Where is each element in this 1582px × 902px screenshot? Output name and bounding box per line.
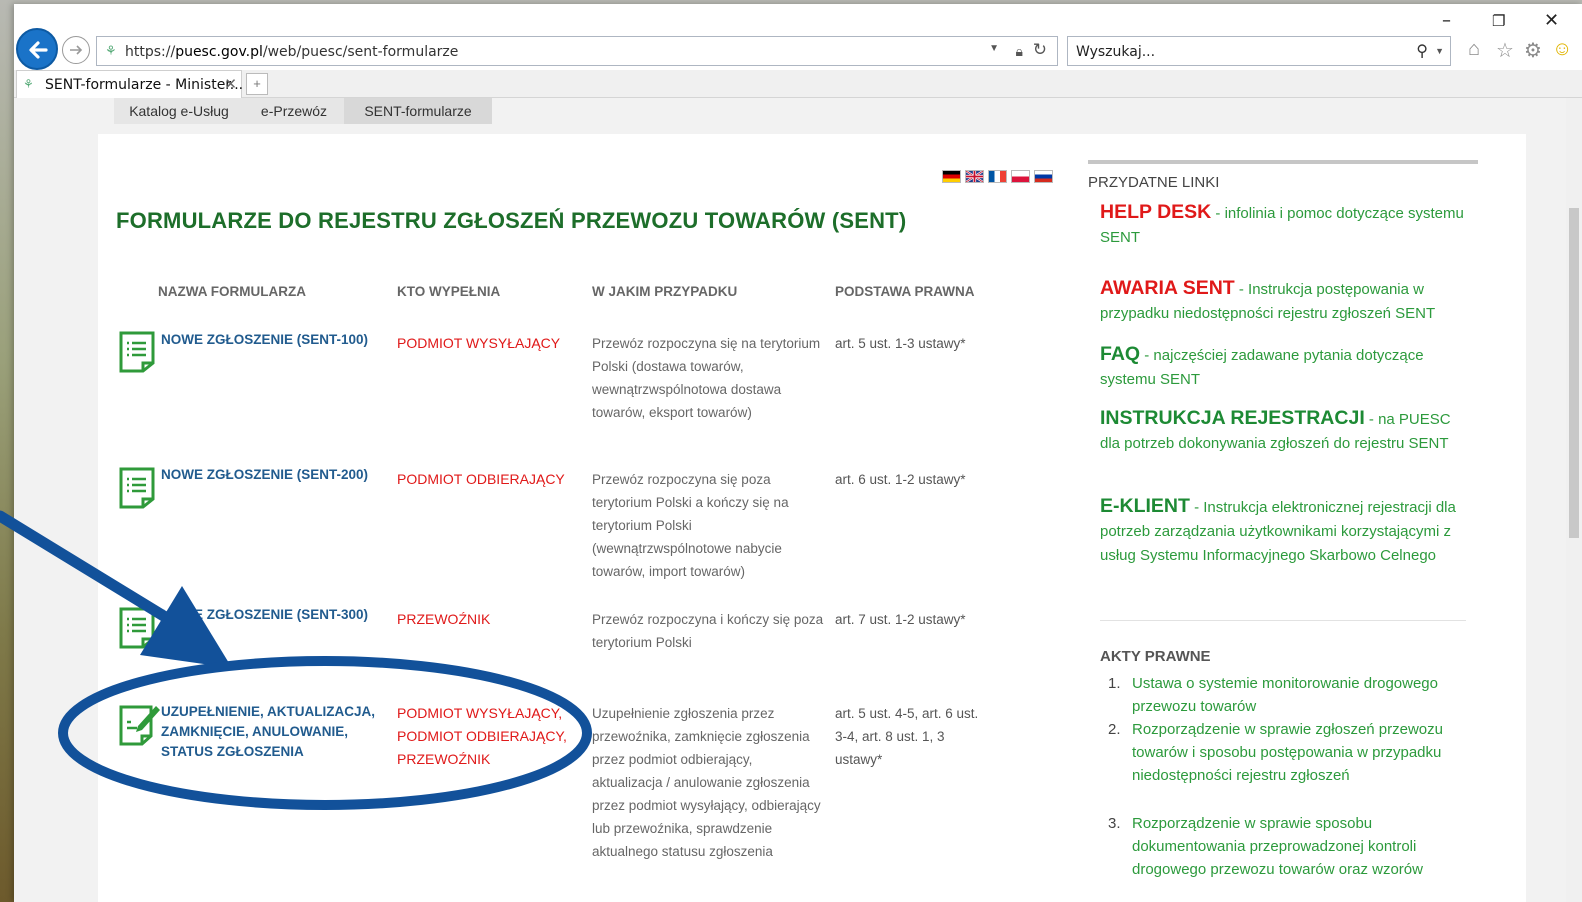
row-when: Przewóz rozpoczyna i kończy się poza ter… [592, 612, 824, 650]
form-document-icon[interactable] [118, 330, 156, 374]
url-host: puesc.gov.pl [175, 44, 263, 60]
row-who: PODMIOT ODBIERAJĄCY [397, 471, 565, 487]
row-who: PODMIOT WYSYŁAJĄCY [397, 335, 561, 351]
search-icon[interactable]: ⚲ [1416, 41, 1428, 61]
close-icon[interactable]: ✕ [224, 75, 237, 93]
legal-act-item: 1. Ustawa o systemie monitorowanie drogo… [1100, 672, 1468, 720]
form-document-icon[interactable] [118, 466, 156, 510]
form-link-update-status[interactable]: UZUPEŁNIENIE, AKTUALIZACJA, ZAMKNIĘCIE, … [161, 702, 389, 762]
row-when: Przewóz rozpoczyna się na terytorium Pol… [592, 336, 821, 420]
tab-strip: ⚘ SENT-formularze - Minister... ✕ + [14, 70, 1582, 98]
row-law: art. 6 ust. 1-2 ustawy* [835, 472, 966, 487]
german-flag-icon[interactable] [942, 170, 961, 183]
form-link-sent-200[interactable]: NOWE ZGŁOSZENIE (SENT-200) [161, 465, 391, 485]
breadcrumb-item-current: SENT-formularze [344, 98, 492, 124]
url-text[interactable]: https://puesc.gov.pl/web/puesc/sent-form… [125, 44, 458, 60]
uk-flag-cross-icon [966, 171, 983, 182]
column-header-name: NAZWA FORMULARZA [158, 284, 306, 299]
back-button[interactable] [16, 28, 58, 70]
legal-act-item: 3. Rozporządzenie w sprawie sposobu doku… [1100, 812, 1468, 884]
tab-favicon-icon: ⚘ [23, 77, 34, 91]
search-box[interactable]: Wyszukaj... ⚲ ▼ [1067, 36, 1451, 66]
link-instrukcja-rejestracji[interactable]: INSTRUKCJA REJESTRACJI - na PUESC dla po… [1100, 406, 1468, 456]
legal-acts-heading: AKTY PRAWNE [1100, 648, 1211, 665]
row-when: Przewóz rozpoczyna się poza terytorium P… [592, 472, 789, 579]
legal-act-number: 1. [1108, 675, 1121, 692]
url-protocol: https:// [125, 44, 176, 60]
french-flag-icon[interactable] [988, 170, 1007, 183]
gear-icon[interactable]: ⚙ [1524, 38, 1542, 63]
column-header-who: KTO WYPEŁNIA [397, 284, 501, 299]
search-input[interactable]: Wyszukaj... [1076, 44, 1155, 60]
legal-act-link[interactable]: Ustawa o systemie monitorowanie drogoweg… [1132, 672, 1462, 718]
close-window-button[interactable]: ✕ [1544, 10, 1559, 31]
home-icon[interactable]: ⌂ [1468, 38, 1480, 61]
forward-button[interactable] [62, 36, 90, 64]
back-arrow-icon [29, 41, 48, 59]
link-faq-title: FAQ [1100, 343, 1141, 365]
column-header-when: W JAKIM PRZYPADKU [592, 284, 738, 299]
link-faq-desc: - najczęściej zadawane pytania dotyczące… [1100, 347, 1424, 388]
legal-act-item: 2. Rozporządzenie w sprawie zgłoszeń prz… [1100, 718, 1468, 812]
legal-act-number: 2. [1108, 721, 1121, 738]
tab-label: SENT-formularze - Minister... [45, 77, 244, 93]
link-help-desk[interactable]: HELP DESK - infolinia i pomoc dotyczące … [1100, 200, 1468, 250]
page-viewport: Katalog e-Usług e-Przewóz SENT-formularz… [14, 98, 1566, 902]
lock-icon[interactable]: 🔒︎ [1016, 43, 1023, 60]
row-law: art. 5 ust. 1-3 ustawy* [835, 336, 966, 351]
refresh-icon[interactable]: ↻ [1033, 40, 1047, 60]
minimize-button[interactable]: – [1442, 10, 1451, 31]
link-faq[interactable]: FAQ - najczęściej zadawane pytania dotyc… [1100, 342, 1468, 392]
url-path: /web/puesc/sent-formularze [262, 44, 459, 60]
page-title: FORMULARZE DO REJESTRU ZGŁOSZEŃ PRZEWOZU… [116, 208, 907, 233]
restore-button[interactable]: ❐ [1492, 12, 1505, 30]
sidebar-divider [1100, 620, 1466, 621]
site-favicon-icon: ⚘ [105, 43, 117, 58]
legal-act-link[interactable]: Rozporządzenie w sprawie zgłoszeń przewo… [1132, 718, 1462, 787]
form-link-sent-300[interactable]: NOWE ZGŁOSZENIE (SENT-300) [161, 605, 391, 625]
link-help-desk-title: HELP DESK [1100, 201, 1212, 223]
legal-act-number: 3. [1108, 815, 1121, 832]
link-awaria-sent[interactable]: AWARIA SENT - Instrukcja postępowania w … [1100, 276, 1468, 326]
useful-links-heading: PRZYDATNE LINKI [1088, 174, 1220, 191]
row-law: art. 7 ust. 1-2 ustawy* [835, 612, 966, 627]
row-who: PODMIOT WYSYŁAJĄCY, PODMIOT ODBIERAJĄCY,… [397, 705, 567, 767]
title-bar: – ❐ ✕ ⚘ https://puesc.gov.pl/web/puesc/s… [14, 4, 1582, 70]
scrollbar-thumb[interactable] [1569, 208, 1579, 538]
vertical-scrollbar[interactable] [1566, 98, 1582, 902]
row-law: art. 5 ust. 4-5, art. 6 ust. 3-4, art. 8… [835, 706, 979, 767]
link-e-klient[interactable]: E-KLIENT - Instrukcja elektronicznej rej… [1100, 494, 1468, 568]
chevron-down-icon[interactable]: ▼ [1435, 46, 1444, 56]
smiley-feedback-icon[interactable]: ☺ [1552, 38, 1572, 61]
form-document-icon[interactable] [118, 606, 156, 650]
uk-flag-icon[interactable] [965, 170, 984, 183]
link-awaria-title: AWARIA SENT [1100, 277, 1235, 299]
link-instrukcja-title: INSTRUKCJA REJESTRACJI [1100, 407, 1365, 429]
favorites-star-icon[interactable]: ☆ [1496, 38, 1514, 63]
legal-act-link[interactable]: Rozporządzenie w sprawie sposobu dokumen… [1132, 812, 1462, 881]
sidebar-divider [1088, 160, 1478, 164]
russian-flag-icon[interactable] [1034, 170, 1053, 183]
link-e-klient-title: E-KLIENT [1100, 495, 1190, 517]
new-tab-icon[interactable]: + [246, 73, 268, 95]
breadcrumb-item-e-przewoz[interactable]: e-Przewóz [244, 98, 344, 124]
row-when: Uzupełnienie zgłoszenia przez przewoźnik… [592, 706, 821, 859]
form-edit-icon[interactable] [118, 702, 162, 748]
address-bar[interactable]: ⚘ https://puesc.gov.pl/web/puesc/sent-fo… [96, 36, 1058, 66]
form-link-sent-100[interactable]: NOWE ZGŁOSZENIE (SENT-100) [161, 330, 391, 350]
breadcrumb-item-katalog[interactable]: Katalog e-Usług [114, 98, 244, 124]
page-content: FORMULARZE DO REJESTRU ZGŁOSZEŃ PRZEWOZU… [98, 134, 1526, 902]
chevron-down-icon[interactable]: ▼ [989, 43, 999, 54]
tab-sent-formularze[interactable]: ⚘ SENT-formularze - Minister... ✕ [16, 70, 244, 98]
row-who: PRZEWOŹNIK [397, 611, 491, 627]
browser-window: – ❐ ✕ ⚘ https://puesc.gov.pl/web/puesc/s… [14, 4, 1582, 902]
polish-flag-icon[interactable] [1011, 170, 1030, 183]
column-header-law: PODSTAWA PRAWNA [835, 284, 975, 299]
forward-arrow-icon [70, 45, 83, 55]
